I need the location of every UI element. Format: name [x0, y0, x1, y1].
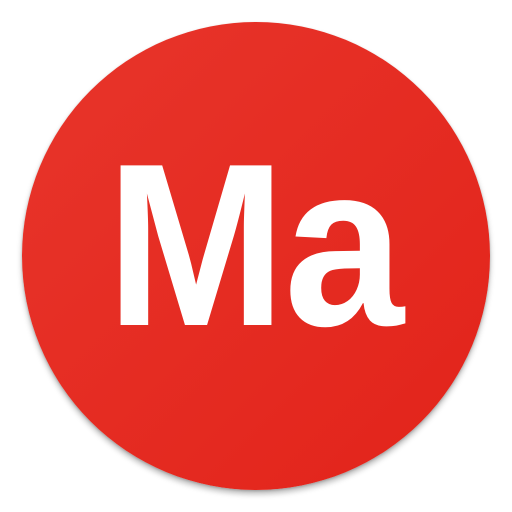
app-icon-canvas: Ma — [0, 0, 512, 512]
app-logo-badge: Ma — [22, 22, 490, 490]
logo-text: Ma — [105, 116, 404, 375]
